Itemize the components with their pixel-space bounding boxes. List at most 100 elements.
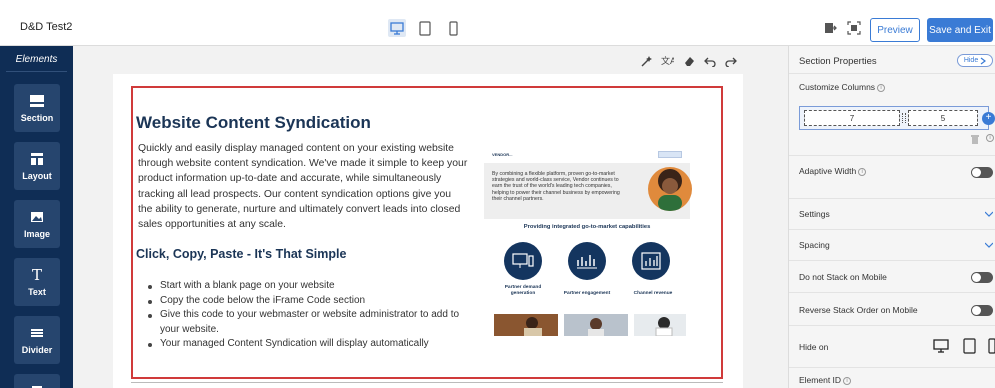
no-stack-label: Do not Stack on Mobile — [799, 272, 887, 282]
next-section-edge — [131, 382, 723, 383]
settings-label: Settings — [799, 209, 830, 219]
element-text[interactable]: T Text — [14, 258, 60, 306]
section-icon — [14, 92, 60, 110]
reverse-stack-label: Reverse Stack Order on Mobile — [799, 305, 918, 315]
save-and-exit-button[interactable]: Save and Exit — [927, 18, 993, 42]
element-label: Text — [28, 287, 46, 297]
element-more[interactable] — [14, 374, 60, 388]
page-heading[interactable]: Website Content Syndication — [136, 113, 371, 133]
capability-label: Channel revenue — [633, 291, 673, 296]
svg-text:文A: 文A — [661, 55, 674, 67]
reverse-stack-row: Reverse Stack Order on Mobile — [789, 293, 995, 326]
preview-logo: VENDOR... — [492, 152, 513, 157]
desktop-view-button[interactable] — [388, 19, 406, 37]
element-label: Layout — [22, 171, 52, 181]
adaptive-width-toggle[interactable] — [971, 167, 993, 178]
panel-title: Section Properties — [799, 56, 877, 67]
mobile-icon — [449, 21, 458, 36]
sidebar-divider — [6, 71, 67, 72]
no-stack-row: Do not Stack on Mobile — [789, 261, 995, 293]
desktop-icon[interactable] — [933, 338, 949, 354]
info-icon: i — [986, 134, 994, 142]
magic-wand-icon[interactable] — [640, 55, 652, 67]
properties-panel: Section Properties Hide Customize Column… — [788, 46, 995, 388]
fit-screen-icon[interactable] — [846, 20, 862, 36]
translate-icon[interactable]: 文A — [661, 55, 674, 67]
settings-row[interactable]: Settings — [789, 199, 995, 230]
tablet-icon — [419, 21, 431, 36]
preview-photo-3 — [634, 314, 686, 337]
no-stack-toggle[interactable] — [971, 272, 993, 283]
element-label: Divider — [21, 345, 53, 355]
tablet-view-button[interactable] — [416, 19, 434, 37]
preview-photo-1 — [494, 314, 558, 336]
preview-nav-button — [658, 151, 682, 158]
list-item: Start with a blank page on your website — [148, 279, 468, 294]
tablet-icon[interactable] — [963, 338, 977, 354]
spacing-row[interactable]: Spacing — [789, 230, 995, 261]
person-photo — [648, 167, 692, 211]
divider-icon — [14, 324, 60, 342]
elements-sidebar: Elements Section Layout Image T Text Div… — [0, 46, 73, 388]
element-layout[interactable]: Layout — [14, 142, 60, 190]
website-preview-image[interactable]: VENDOR... By combining a flexible platfo… — [484, 143, 692, 365]
top-bar: D&D Test2 Preview Save and Exit — [0, 0, 995, 46]
partner-engagement-icon — [568, 242, 606, 280]
column-2-width[interactable]: 5 — [908, 110, 978, 126]
chevron-down-icon — [985, 242, 993, 248]
layout-icon — [14, 150, 60, 168]
sidebar-title: Elements — [15, 54, 58, 65]
element-image[interactable]: Image — [14, 200, 60, 248]
mobile-view-button[interactable] — [444, 19, 462, 37]
column-1-width[interactable]: 7 — [804, 110, 900, 126]
hide-panel-button[interactable]: Hide — [957, 54, 993, 67]
adaptive-width-row: Adaptive Width i — [789, 156, 995, 199]
desktop-icon — [390, 22, 404, 35]
trash-icon[interactable] — [971, 135, 979, 144]
preview-hero-text: By combining a flexible platform, proven… — [492, 171, 620, 202]
customize-columns-label: Customize Columns i — [799, 82, 886, 92]
add-column-button[interactable]: + — [982, 112, 995, 125]
preview-button[interactable]: Preview — [870, 18, 920, 42]
hide-on-label: Hide on — [799, 342, 829, 352]
capability-label: Partner engagement — [563, 291, 611, 296]
chevron-down-icon — [985, 211, 993, 217]
channel-revenue-icon — [632, 242, 670, 280]
list-item: Give this code to your webmaster or webs… — [148, 308, 468, 337]
mobile-icon[interactable] — [988, 338, 995, 354]
hide-on-row: Hide on — [789, 326, 995, 368]
redo-icon[interactable] — [725, 55, 737, 67]
canvas-toolbar: 文A — [640, 54, 737, 68]
capability-label: Partner demand generation — [504, 285, 542, 296]
eraser-icon[interactable] — [683, 55, 695, 67]
demand-generation-icon — [504, 242, 542, 280]
document-title: D&D Test2 — [20, 21, 73, 33]
info-icon: i — [877, 83, 886, 92]
export-icon[interactable] — [822, 20, 838, 36]
columns-editor: 7 5 + — [799, 106, 995, 130]
reverse-stack-toggle[interactable] — [971, 305, 993, 316]
undo-icon[interactable] — [704, 55, 716, 67]
text-icon: T — [31, 266, 42, 284]
element-id-label: Element ID i — [799, 375, 852, 385]
intro-paragraph[interactable]: Quickly and easily display managed conte… — [138, 141, 468, 232]
info-icon: i — [858, 167, 867, 176]
element-section[interactable]: Section — [14, 84, 60, 132]
adaptive-width-label: Adaptive Width i — [799, 166, 867, 176]
preview-photo-2 — [564, 314, 628, 336]
subheading[interactable]: Click, Copy, Paste - It's That Simple — [136, 247, 346, 261]
element-label: Section — [20, 113, 54, 123]
element-label: Image — [23, 229, 50, 239]
chevron-right-icon — [980, 57, 987, 64]
list-item: Copy the code below the iFrame Code sect… — [148, 294, 468, 309]
column-resize-handle[interactable] — [902, 113, 906, 123]
info-icon: i — [843, 376, 852, 385]
button-element-icon — [14, 381, 60, 388]
image-icon — [14, 208, 60, 226]
preview-heading: Providing integrated go-to-market capabi… — [523, 224, 651, 230]
instruction-list[interactable]: Start with a blank page on your website … — [148, 279, 468, 352]
list-item: Your managed Content Syndication will di… — [148, 337, 468, 352]
element-divider[interactable]: Divider — [14, 316, 60, 364]
spacing-label: Spacing — [799, 240, 830, 250]
panel-header: Section Properties Hide — [789, 46, 995, 74]
